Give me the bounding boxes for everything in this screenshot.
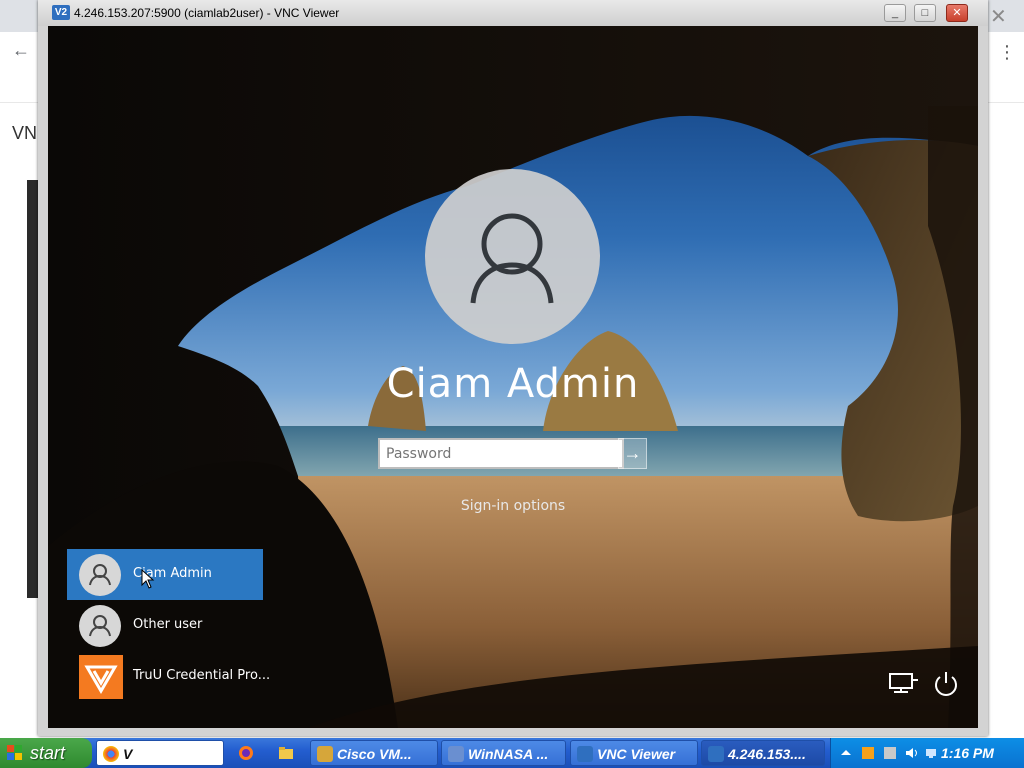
vnc-app-icon: V2 <box>52 5 70 20</box>
task-label: VNC Viewer <box>597 746 676 762</box>
winnasa-icon <box>448 746 464 762</box>
username-display: Ciam Admin <box>386 361 640 407</box>
vnc-window-title: 4.246.153.207:5900 (ciamlab2user) - VNC … <box>74 6 340 20</box>
chrome-icon <box>103 746 119 762</box>
host-page-text: VN <box>12 123 38 143</box>
clock[interactable]: 1:16 PM <box>941 738 994 768</box>
task-cisco-vm[interactable]: Cisco VM... <box>310 740 438 766</box>
task-winnasa[interactable]: WinNASA ... <box>441 740 566 766</box>
tray-app-icon[interactable] <box>883 746 897 760</box>
start-button[interactable]: start <box>0 738 92 768</box>
taskbar: start V Cisco VM... WinNASA ... VNC View… <box>0 738 1024 768</box>
task-label: V <box>123 746 133 762</box>
vnc-viewer-window: V2 4.246.153.207:5900 (ciamlab2user) - V… <box>38 0 988 736</box>
remote-screen[interactable]: Ciam Admin → Sign-in options Ciam Admin <box>48 26 978 728</box>
user-avatar <box>425 169 600 344</box>
welcome-screen: Ciam Admin → Sign-in options Ciam Admin <box>48 26 978 728</box>
host-menu-icon[interactable]: ⋮ <box>998 42 1016 63</box>
start-label: start <box>30 743 66 763</box>
network-icon[interactable] <box>888 670 920 698</box>
password-input[interactable] <box>378 438 624 469</box>
truu-logo-icon <box>79 655 123 699</box>
user-item-label: TruU Credential Pro... <box>133 668 271 683</box>
mouse-cursor-icon <box>141 569 155 589</box>
power-icon[interactable] <box>930 670 962 698</box>
task-label: WinNASA ... <box>468 746 549 762</box>
submit-arrow-button[interactable]: → <box>618 438 647 469</box>
system-tray: 1:16 PM <box>830 738 1024 768</box>
task-label: 4.246.153.... <box>728 746 806 762</box>
vnc-icon <box>577 746 593 762</box>
vnc-icon <box>708 746 724 762</box>
network-tray-icon[interactable] <box>925 746 939 760</box>
task-vnc-viewer[interactable]: VNC Viewer <box>570 740 698 766</box>
windows-flag-icon <box>7 745 22 760</box>
user-switcher-list: Ciam Admin Other user TruU Credential Pr… <box>67 549 270 702</box>
user-item-truu-credential-provider[interactable]: TruU Credential Pro... <box>67 651 270 702</box>
close-button[interactable]: ✕ <box>946 4 968 22</box>
vm-icon <box>317 746 333 762</box>
tray-expand-icon[interactable] <box>839 746 853 760</box>
maximize-button[interactable]: □ <box>914 4 936 22</box>
minimize-button[interactable]: _ <box>884 4 906 22</box>
host-close-icon[interactable]: ✕ <box>990 4 1007 29</box>
folder-icon[interactable] <box>278 745 294 761</box>
task-label: Cisco VM... <box>337 746 412 762</box>
user-icon <box>79 554 121 596</box>
volume-icon[interactable] <box>905 746 919 760</box>
user-item-label: Other user <box>133 617 203 632</box>
task-vnc-session[interactable]: 4.246.153.... <box>701 740 825 766</box>
user-item-ciam-admin[interactable]: Ciam Admin <box>67 549 263 600</box>
user-icon <box>79 605 121 647</box>
password-row: → <box>378 438 648 469</box>
task-chrome[interactable]: V <box>96 740 224 766</box>
firefox-icon[interactable] <box>238 745 254 761</box>
tray-app-icon[interactable] <box>861 746 875 760</box>
vnc-titlebar[interactable]: V2 4.246.153.207:5900 (ciamlab2user) - V… <box>38 0 988 26</box>
back-arrow-icon[interactable]: ← <box>12 40 30 61</box>
user-item-other-user[interactable]: Other user <box>67 600 263 651</box>
avatar-user-icon <box>470 213 554 304</box>
signin-options-link[interactable]: Sign-in options <box>48 498 978 514</box>
